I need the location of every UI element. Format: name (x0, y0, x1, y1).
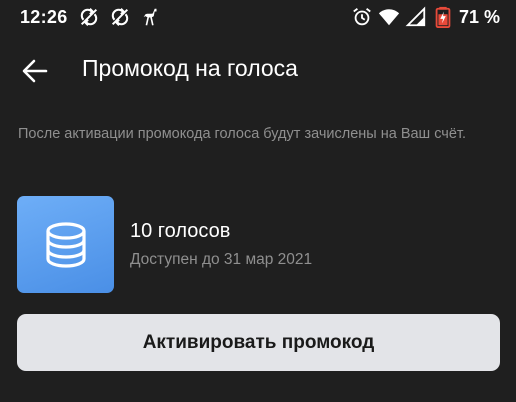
ostrich-icon (140, 6, 162, 28)
status-time: 12:26 (20, 7, 68, 27)
back-button[interactable] (20, 56, 50, 86)
promo-expiry: Доступен до 31 мар 2021 (130, 251, 313, 268)
wifi-icon (378, 6, 400, 28)
status-system-icons: 71 % (346, 6, 500, 28)
signal-icon (405, 6, 427, 28)
status-bar: 12:26 71 % (0, 0, 516, 34)
battery-percent: 71 % (458, 6, 500, 27)
alarm-icon (351, 6, 373, 28)
coins-stack-icon (45, 221, 86, 268)
page-title: Промокод на голоса (82, 55, 298, 81)
activate-promo-button[interactable]: Активировать промокод (17, 314, 500, 371)
promo-icon-tile (17, 196, 114, 293)
app-header: Промокод на голоса (0, 46, 516, 94)
sync-off-icon (109, 6, 131, 28)
promo-description: После активации промокода голоса будут з… (18, 126, 466, 142)
promo-item: 10 голосов Доступен до 31 мар 2021 (17, 196, 497, 294)
battery-charging-icon (432, 6, 454, 28)
sync-off-icon (78, 6, 100, 28)
arrow-left-icon (22, 59, 48, 83)
promo-title: 10 голосов (130, 220, 231, 242)
status-notification-icons (78, 6, 171, 28)
